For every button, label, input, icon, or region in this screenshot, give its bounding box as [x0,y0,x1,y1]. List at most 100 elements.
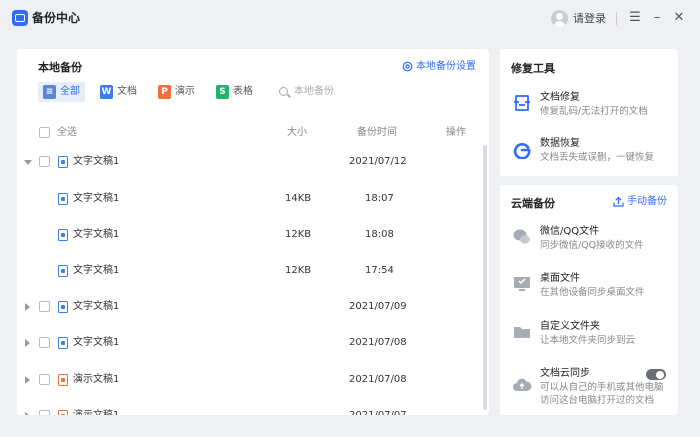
data-recovery-item[interactable]: 数据恢复 文档丢失或误删，一键恢复 [500,131,678,177]
menu-icon[interactable]: ☰ [628,10,642,26]
doc-repair-icon [514,95,530,111]
row-checkbox[interactable] [39,156,50,167]
upload-icon [613,196,624,207]
chat-icon [513,229,530,244]
tab-sheet-label: 表格 [233,86,253,97]
table-row[interactable]: 文字文稿1 14KB 18:07 [17,181,479,217]
local-backup-settings-link[interactable]: 本地备份设置 [402,60,476,74]
desktop-files-item[interactable]: 桌面文件 在其他设备同步桌面文件 [500,266,678,312]
cloud-backup-title: 云端备份 [511,197,555,210]
file-name: 文字文稿1 [73,301,120,312]
backup-time: 2021/07/12 [349,156,407,167]
custom-folder-desc: 让本地文件夹同步到云 [540,335,636,346]
doc-file-icon [58,193,68,205]
doc-file-icon [58,229,68,241]
table-row[interactable]: 文字文稿1 12KB 18:08 [17,217,479,253]
list-icon: ≡ [43,85,56,99]
data-recovery-icon [513,143,531,159]
repair-tools-title: 修复工具 [511,62,555,75]
table-row[interactable]: 演示文稿1 2021/07/08 [17,362,479,398]
folder-icon [514,327,530,338]
table-row[interactable]: 演示文稿1 2021/07/07 [17,398,479,415]
sheet-icon: S [216,85,229,99]
custom-folder-item[interactable]: 自定义文件夹 让本地文件夹同步到云 [500,314,678,360]
local-backup-title: 本地备份 [38,61,82,74]
tab-sheet[interactable]: S 表格 [211,82,258,102]
expand-caret-icon[interactable] [25,303,30,311]
select-all-label: 全选 [57,127,77,138]
file-name: 演示文稿1 [73,398,119,415]
table-row[interactable]: 文字文稿1 12KB 17:54 [17,253,479,289]
backup-time: 17:54 [365,265,394,276]
file-name: 文字文稿1 [73,337,120,348]
data-recovery-title: 数据恢复 [540,138,580,149]
select-all-checkbox[interactable] [39,127,50,138]
doc-file-icon [58,337,68,349]
minimize-icon[interactable]: – [650,10,664,26]
login-link[interactable]: 请登录 [573,11,606,26]
backup-time: 2021/07/08 [349,374,407,385]
expand-caret-icon[interactable] [25,412,30,415]
row-checkbox[interactable] [39,410,50,415]
doc-file-icon [58,265,68,277]
backup-time: 18:07 [365,193,394,204]
tab-doc-label: 文档 [117,86,137,97]
table-row[interactable]: 文字文稿1 2021/07/09 [17,289,479,325]
tab-all[interactable]: ≡ 全部 [38,82,85,102]
search-input[interactable]: 本地备份 [279,82,334,102]
doc-repair-title: 文档修复 [540,92,580,103]
row-checkbox[interactable] [39,374,50,385]
file-size: 12KB [285,265,312,276]
file-name: 文字文稿1 [73,265,120,276]
data-recovery-desc: 文档丢失或误删，一键恢复 [540,152,655,163]
action-column-header: 操作 [446,127,466,138]
row-checkbox[interactable] [39,301,50,312]
expand-caret-icon[interactable] [25,376,30,384]
wechat-qq-files-desc: 同步微信/QQ接收的文件 [540,240,644,251]
manual-backup-label: 手动备份 [627,196,667,207]
local-backup-settings-label: 本地备份设置 [416,61,476,72]
doc-cloud-sync-toggle[interactable] [646,369,666,380]
wechat-qq-files-item[interactable]: 微信/QQ文件 同步微信/QQ接收的文件 [500,219,678,265]
table-row[interactable]: 文字文稿1 2021/07/08 [17,325,479,361]
desktop-files-title: 桌面文件 [540,273,580,284]
repair-tools-panel: 修复工具 文档修复 修复乱码/无法打开的文档 数据恢复 文档丢失或误删，一键恢复 [500,49,678,176]
doc-file-icon [58,301,68,313]
expand-caret-icon[interactable] [25,339,30,347]
table-row[interactable]: 文字文稿1 2021/07/12 [17,144,479,180]
doc-repair-item[interactable]: 文档修复 修复乱码/无法打开的文档 [500,85,678,131]
avatar[interactable] [551,10,568,27]
row-checkbox[interactable] [39,337,50,348]
local-backup-panel: 本地备份 本地备份设置 ≡ 全部 W 文档 P 演示 S 表格 本地备份 全选 … [17,49,489,415]
title-bar: 备份中心 请登录 ☰ – ✕ [0,0,700,38]
list-scrollbar[interactable] [483,145,487,410]
doc-cloud-sync-desc-line2: 访问这台电脑打开过的文档 [540,395,655,406]
time-column-header: 备份时间 [357,127,397,138]
backup-time: 2021/07/09 [349,301,407,312]
ppt-file-icon [58,410,68,415]
tab-ppt[interactable]: P 演示 [153,82,200,102]
doc-cloud-sync-item: 文档云同步 可以从自己的手机或其他电脑 访问这台电脑打开过的文档 [500,361,678,413]
backup-time: 2021/07/07 [349,398,407,415]
ppt-file-icon [58,374,68,386]
file-name: 文字文稿1 [73,193,120,204]
manual-backup-button[interactable]: 手动备份 [613,195,667,209]
backup-time: 2021/07/08 [349,337,407,348]
doc-cloud-sync-title: 文档云同步 [540,368,590,379]
collapse-caret-icon[interactable] [24,160,32,165]
close-icon[interactable]: ✕ [672,10,686,26]
doc-cloud-sync-desc: 可以从自己的手机或其他电脑 [540,382,664,393]
custom-folder-title: 自定义文件夹 [540,321,600,332]
file-name: 文字文稿1 [73,229,120,240]
app-logo-icon [12,10,28,26]
desktop-files-desc: 在其他设备同步桌面文件 [540,287,645,298]
doc-repair-desc: 修复乱码/无法打开的文档 [540,106,648,117]
file-size: 12KB [285,229,312,240]
tab-all-label: 全部 [60,86,80,97]
tab-doc[interactable]: W 文档 [95,82,142,102]
ppt-icon: P [158,85,171,99]
search-placeholder: 本地备份 [294,86,334,97]
doc-icon: W [100,85,113,99]
settings-gear-icon [402,61,413,72]
doc-file-icon [58,156,68,168]
